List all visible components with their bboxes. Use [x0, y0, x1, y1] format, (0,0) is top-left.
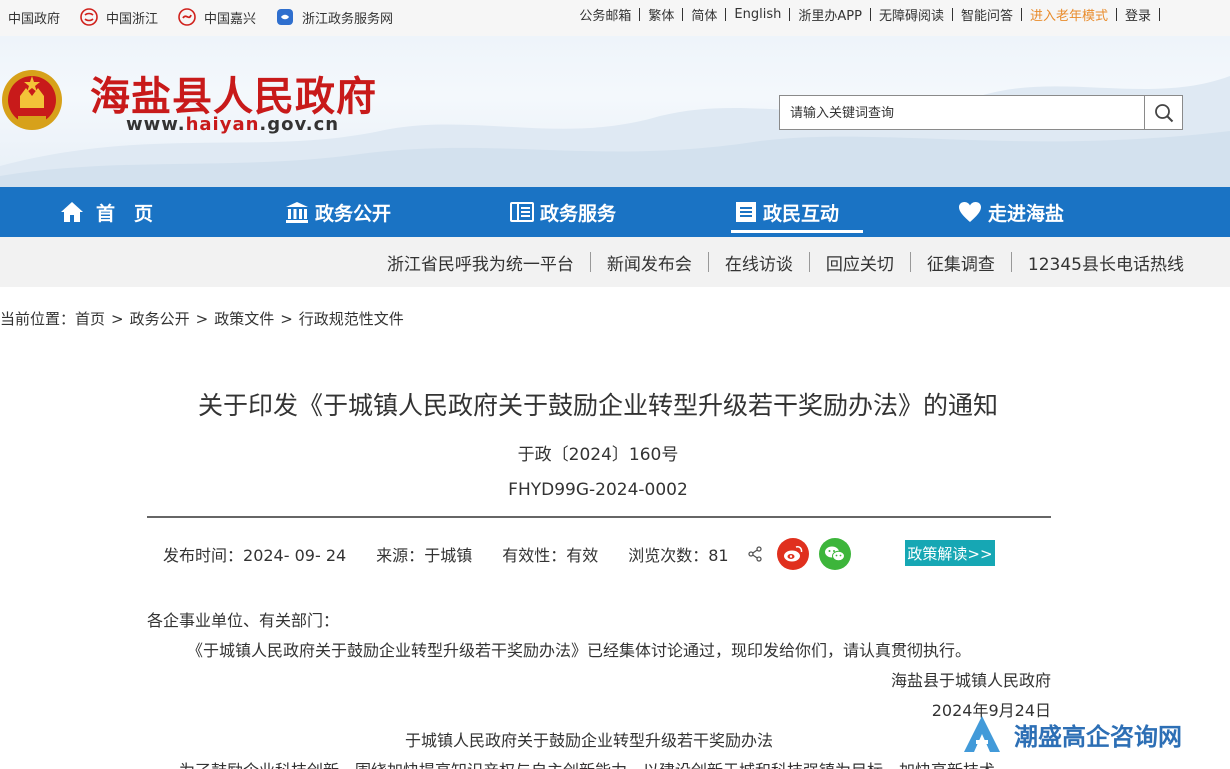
doc-id: FHYD99G-2024-0002 — [508, 480, 688, 500]
link-traditional[interactable]: 繁体 — [640, 5, 682, 24]
link-accessibility[interactable]: 无障碍阅读 — [871, 5, 952, 24]
watermark-text: 潮盛高企咨询网 — [1014, 721, 1182, 751]
subnav-survey[interactable]: 征集调查 — [911, 250, 1011, 275]
breadcrumb-gov-affairs[interactable]: 政务公开 — [130, 308, 190, 329]
validity: 有效性：有效 — [502, 546, 599, 565]
watermark-logo-icon — [964, 716, 1000, 752]
watermark: 潮盛高企咨询网 — [962, 712, 1182, 756]
search-icon — [1154, 103, 1173, 122]
building-icon — [286, 202, 308, 223]
home-icon — [61, 202, 83, 222]
list-icon — [736, 202, 756, 222]
sign-date: 2024年9月24日 — [931, 701, 1051, 720]
body-paragraph: 为了鼓励企业科技创新，围绕加快提高知识产权与自主创新能力，以建设创新于城和科技强… — [147, 757, 1051, 769]
subnav-response[interactable]: 回应关切 — [810, 250, 910, 275]
weibo-share-button[interactable] — [776, 538, 809, 570]
link-china-jiaxing[interactable]: 中国嘉兴 — [178, 8, 256, 27]
breadcrumb-prefix: 当前位置： — [0, 310, 76, 328]
article-meta: 发布时间：2024- 09- 24 来源：于城镇 有效性：有效 浏览次数：81 — [163, 538, 861, 570]
divider — [1159, 7, 1160, 21]
policy-interpretation-button[interactable]: 政策解读>> — [905, 540, 995, 566]
link-mailbox[interactable]: 公务邮箱 — [571, 5, 639, 24]
search-box — [779, 95, 1183, 130]
signature: 海盐县于城镇人民政府 — [890, 671, 1051, 690]
breadcrumb-home[interactable]: 首页 — [75, 308, 105, 329]
nav-interaction[interactable]: 政民互动 — [730, 187, 864, 237]
link-china-zhejiang[interactable]: 中国浙江 — [80, 8, 158, 27]
jiaxing-logo-icon — [178, 8, 196, 26]
subnav-hotline[interactable]: 12345县长电话热线 — [1012, 250, 1200, 275]
nav-about-haiyan[interactable]: 走进海盐 — [958, 187, 1064, 237]
breadcrumb: 当前位置： 首页 > 政务公开 > 政策文件 > 行政规范性文件 — [0, 308, 404, 329]
link-simplified[interactable]: 简体 — [683, 5, 725, 24]
article-title: 关于印发《于城镇人民政府关于鼓励企业转型升级若干奖励办法》的通知 — [197, 391, 998, 420]
body-paragraph: 《于城镇人民政府关于鼓励企业转型升级若干奖励办法》已经集体讨论通过，现印发给你们… — [187, 641, 972, 660]
link-english[interactable]: English — [726, 7, 789, 22]
main-nav: 首 页 政务公开 政务服务 政民互动 走进海盐 — [0, 187, 1230, 237]
salutation: 各企事业单位、有关部门： — [147, 611, 340, 630]
search-button[interactable] — [1145, 95, 1183, 130]
nav-gov-service[interactable]: 政务服务 — [510, 187, 616, 237]
national-emblem-icon — [2, 70, 62, 130]
subnav-unified-platform[interactable]: 浙江省民呼我为统一平台 — [371, 250, 590, 275]
link-zjzwfw[interactable]: 浙江政务服务网 — [276, 8, 393, 27]
zjzwfw-logo-icon — [277, 9, 294, 25]
wechat-share-button[interactable] — [818, 538, 851, 570]
breadcrumb-separator: > — [280, 309, 293, 328]
top-bar: 中国政府 中国浙江 中国嘉兴 浙江政务服务网 公务邮箱 繁体 简体 Englis… — [0, 0, 1230, 36]
site-url: www.haiyan.gov.cn — [126, 114, 340, 135]
heart-icon — [959, 202, 981, 222]
breadcrumb-separator: > — [111, 309, 124, 328]
link-china-gov[interactable]: 中国政府 — [8, 8, 60, 27]
nav-home[interactable]: 首 页 — [60, 187, 153, 237]
source: 来源：于城镇 — [376, 546, 473, 565]
publish-time: 发布时间：2024- 09- 24 — [163, 546, 347, 565]
view-count: 浏览次数：81 — [628, 546, 729, 565]
site-header: 海盐县人民政府 www.haiyan.gov.cn — [0, 36, 1230, 187]
breadcrumb-policy-docs[interactable]: 政策文件 — [214, 308, 274, 329]
zhejiang-logo-icon — [80, 8, 98, 26]
subnav-online-interview[interactable]: 在线访谈 — [709, 250, 809, 275]
book-icon — [510, 202, 534, 222]
divider — [147, 516, 1051, 518]
top-left-links: 中国政府 中国浙江 中国嘉兴 浙江政务服务网 — [8, 0, 413, 34]
nav-gov-affairs[interactable]: 政务公开 — [285, 187, 391, 237]
share-icon[interactable] — [747, 546, 763, 562]
link-elder-mode[interactable]: 进入老年模式 — [1022, 5, 1116, 24]
search-input[interactable] — [779, 95, 1145, 130]
breadcrumb-separator: > — [195, 309, 209, 328]
wechat-icon — [824, 546, 845, 562]
link-smart-qa[interactable]: 智能问答 — [953, 5, 1021, 24]
subnav-press-conference[interactable]: 新闻发布会 — [591, 250, 708, 275]
breadcrumb-normative-docs[interactable]: 行政规范性文件 — [299, 308, 404, 329]
weibo-icon — [783, 546, 802, 562]
link-login[interactable]: 登录 — [1117, 5, 1159, 24]
doc-number: 于政〔2024〕160号 — [517, 445, 679, 465]
sub-title: 于城镇人民政府关于鼓励企业转型升级若干奖励办法 — [404, 731, 773, 750]
link-zlb-app[interactable]: 浙里办APP — [790, 5, 870, 24]
sub-nav: 浙江省民呼我为统一平台 新闻发布会 在线访谈 回应关切 征集调查 12345县长… — [0, 237, 1230, 287]
top-right-links: 公务邮箱 繁体 简体 English 浙里办APP 无障碍阅读 智能问答 进入老… — [571, 0, 1160, 28]
